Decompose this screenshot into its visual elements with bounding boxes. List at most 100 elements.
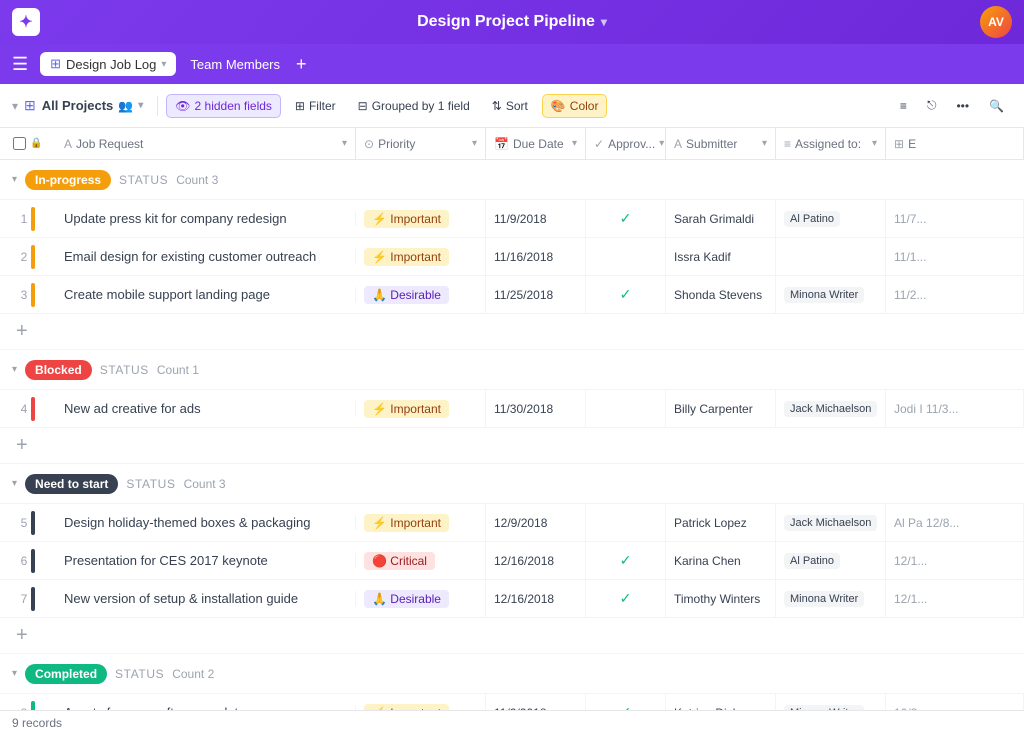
select-all-checkbox[interactable] <box>13 137 26 150</box>
share-button[interactable]: ⎋ <box>919 94 945 117</box>
row-status-bar <box>31 397 35 421</box>
add-row-button-needtostart[interactable]: + <box>0 618 1024 654</box>
priority-icon: ⚡ <box>372 706 387 711</box>
row-status-bar <box>31 245 35 269</box>
color-button[interactable]: 🎨 Color <box>542 94 608 118</box>
group-chevron-icon[interactable]: ▾ <box>12 174 17 185</box>
approved-check-icon: ✓ <box>620 210 632 227</box>
more-button[interactable]: ••• <box>948 95 977 117</box>
assigned-chip: Jack Michaelson <box>784 515 877 531</box>
row-approval-cell <box>586 390 666 427</box>
row-assigned-cell <box>776 238 886 275</box>
row-number-col: 6 <box>0 549 56 573</box>
grouped-label: Grouped by 1 field <box>372 99 470 113</box>
table-row[interactable]: 5 Design holiday-themed boxes & packagin… <box>0 504 1024 542</box>
row-assigned-cell: Al Patino <box>776 200 886 237</box>
table-row[interactable]: 2 Email design for existing customer out… <box>0 238 1024 276</box>
row-submitter-cell: Shonda Stevens <box>666 276 776 313</box>
table-row[interactable]: 6 Presentation for CES 2017 keynote 🔴 Cr… <box>0 542 1024 580</box>
avatar[interactable]: AV <box>980 6 1012 38</box>
row-approval-cell: ✓ <box>586 276 666 313</box>
row-assigned-cell: Minona Writer <box>776 276 886 313</box>
col-priority-label: Priority <box>378 137 415 151</box>
priority-icon: 🔴 <box>372 554 387 568</box>
view-selector[interactable]: All Projects 👥 ▾ <box>42 98 144 113</box>
group-status-label: STATUS <box>126 477 175 491</box>
row-submitter-cell: Katrina Dickson <box>666 694 776 710</box>
approved-check-icon: ✓ <box>620 286 632 303</box>
row-priority-cell: ⚡ Important <box>356 694 486 710</box>
row-number: 5 <box>21 516 28 530</box>
table-row[interactable]: 1 Update press kit for company redesign … <box>0 200 1024 238</box>
filter-button[interactable]: ⊞ Filter <box>287 95 344 117</box>
row-duedate-cell: 11/25/2018 <box>486 276 586 313</box>
add-tab-button[interactable]: + <box>296 54 307 75</box>
col-header-extra[interactable]: ⊞ E <box>886 128 1024 159</box>
group-header-needtostart: ▾ Need to start STATUS Count 3 <box>0 464 1024 504</box>
row-job-text: Design holiday-themed boxes & packaging <box>56 515 356 530</box>
nav-tab-team-members[interactable]: Team Members <box>180 53 290 76</box>
priority-icon: 🙏 <box>372 288 387 302</box>
table-row[interactable]: 7 New version of setup & installation gu… <box>0 580 1024 618</box>
group-header-completed: ▾ Completed STATUS Count 2 <box>0 654 1024 694</box>
row-number-col: 2 <box>0 245 56 269</box>
status-badge-completed: Completed <box>25 664 107 684</box>
col-header-assigned[interactable]: ≡ Assigned to: ▾ <box>776 128 886 159</box>
col-submitter-label: Submitter <box>686 137 737 151</box>
col-header-approval[interactable]: ✓ Approv... ▾ <box>586 128 666 159</box>
row-duedate-cell: 11/30/2018 <box>486 390 586 427</box>
row-job-text: Assets for new software update <box>56 705 356 710</box>
priority-badge: ⚡ Important <box>364 248 449 266</box>
group-chevron-icon[interactable]: ▾ <box>12 364 17 375</box>
hidden-fields-button[interactable]: 👁 2 hidden fields <box>166 94 281 118</box>
hamburger-icon[interactable]: ☰ <box>12 54 28 75</box>
color-label: Color <box>570 99 599 113</box>
group-header-inprogress: ▾ In-progress STATUS Count 3 <box>0 160 1024 200</box>
col-duedate-chevron-icon: ▾ <box>572 138 577 149</box>
row-job-text: Email design for existing customer outre… <box>56 249 356 264</box>
row-height-button[interactable]: ≡ <box>892 95 915 117</box>
assigned-chip: Al Patino <box>784 211 840 227</box>
checkbox-col-header: 🔒 <box>0 137 56 150</box>
col-header-due-date[interactable]: 📅 Due Date ▾ <box>486 128 586 159</box>
group-header-blocked: ▾ Blocked STATUS Count 1 <box>0 350 1024 390</box>
group-count: Count 3 <box>176 173 218 187</box>
col-extra-label: E <box>908 137 916 151</box>
table-row[interactable]: 4 New ad creative for ads ⚡ Important 11… <box>0 390 1024 428</box>
priority-badge: ⚡ Important <box>364 210 449 228</box>
col-priority-chevron-icon: ▾ <box>472 138 477 149</box>
add-row-button-inprogress[interactable]: + <box>0 314 1024 350</box>
row-approval-cell: ✓ <box>586 694 666 710</box>
row-priority-cell: ⚡ Important <box>356 200 486 237</box>
group-chevron-icon[interactable]: ▾ <box>12 668 17 679</box>
priority-badge: 🔴 Critical <box>364 552 435 570</box>
row-status-bar <box>31 283 35 307</box>
row-duedate-cell: 11/2/2018 <box>486 694 586 710</box>
row-number: 7 <box>21 592 28 606</box>
status-badge-blocked: Blocked <box>25 360 92 380</box>
approved-check-icon: ✓ <box>620 590 632 607</box>
title-chevron-icon[interactable]: ▾ <box>601 15 607 29</box>
col-header-priority[interactable]: ⊙ Priority ▾ <box>356 128 486 159</box>
search-button[interactable]: 🔍 <box>981 95 1012 117</box>
priority-badge: 🙏 Desirable <box>364 286 449 304</box>
row-assigned-cell: Al Patino <box>776 542 886 579</box>
row-status-bar <box>31 587 35 611</box>
top-bar: ✦ Design Project Pipeline ▾ AV <box>0 0 1024 44</box>
row-duedate-cell: 12/16/2018 <box>486 542 586 579</box>
col-header-submitter[interactable]: A Submitter ▾ <box>666 128 776 159</box>
grouped-button[interactable]: ⊟ Grouped by 1 field <box>350 95 478 117</box>
collapse-icon[interactable]: ▾ <box>12 99 18 113</box>
row-number-col: 5 <box>0 511 56 535</box>
col-header-job-request[interactable]: A Job Request ▾ <box>56 128 356 159</box>
group-chevron-icon[interactable]: ▾ <box>12 478 17 489</box>
table-body: ▾ In-progress STATUS Count 3 1 Update pr… <box>0 160 1024 710</box>
app-logo[interactable]: ✦ <box>12 8 40 36</box>
priority-badge: 🙏 Desirable <box>364 590 449 608</box>
group-status-label: STATUS <box>119 173 168 187</box>
table-row[interactable]: 8 Assets for new software update ⚡ Impor… <box>0 694 1024 710</box>
sort-button[interactable]: ⇅ Sort <box>484 95 536 117</box>
add-row-button-blocked[interactable]: + <box>0 428 1024 464</box>
nav-tab-design-job-log[interactable]: ⊞ Design Job Log ▾ <box>40 52 176 76</box>
table-row[interactable]: 3 Create mobile support landing page 🙏 D… <box>0 276 1024 314</box>
